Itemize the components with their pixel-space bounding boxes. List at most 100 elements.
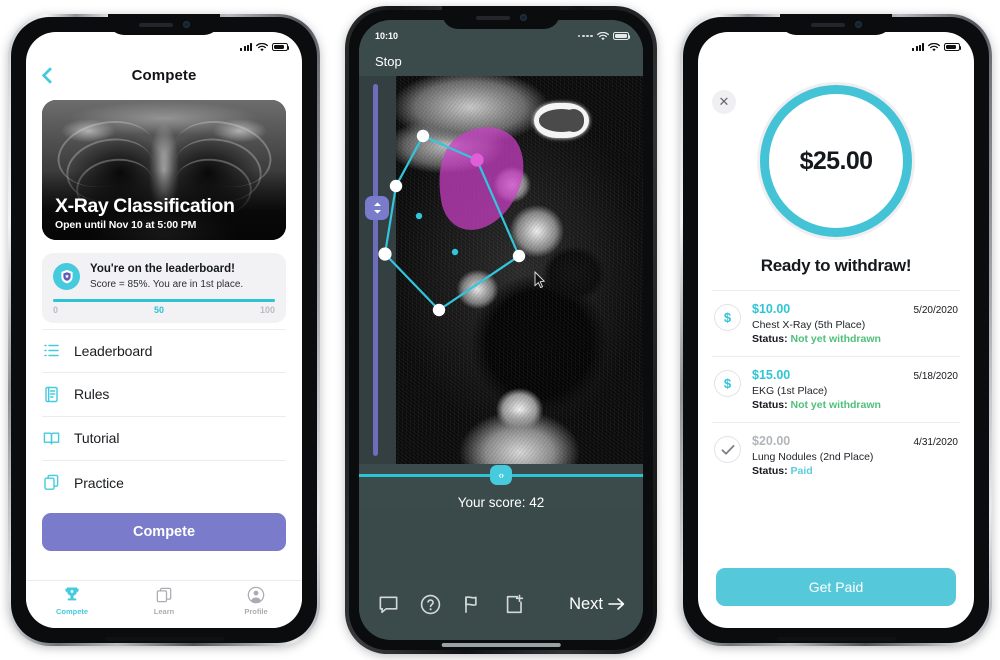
dollar-circle-icon: $ [714, 370, 741, 397]
ct-viewer[interactable] [359, 76, 643, 464]
screenshot-stage: Compete X-Ray Classification Open until … [0, 0, 1000, 660]
mute-switch[interactable] [10, 132, 14, 154]
tab-label: Compete [55, 607, 89, 616]
power-button[interactable] [986, 200, 991, 256]
check-circle-icon [714, 436, 741, 463]
battery-icon [272, 43, 290, 51]
phone-notch-3 [780, 14, 892, 35]
payment-amount: $15.00 [752, 368, 791, 382]
dollar-circle-icon: $ [714, 304, 741, 331]
tab-compete[interactable]: Compete [26, 581, 118, 620]
home-indicator-3 [776, 637, 896, 641]
payment-body: $15.00 5/18/2020 EKG (1st Place) Status:… [752, 368, 958, 411]
status-bar-1 [26, 32, 302, 58]
phone-notch-2 [442, 6, 560, 29]
annotation-overlay[interactable] [359, 76, 643, 464]
menu-item-practice[interactable]: Practice [42, 461, 286, 505]
comment-icon[interactable] [377, 593, 400, 616]
wifi-icon [928, 42, 940, 51]
stop-button[interactable]: Stop [375, 54, 402, 69]
bottom-tab-bar: Compete Learn Profile [26, 580, 302, 628]
mute-switch[interactable] [682, 132, 686, 154]
menu-item-tutorial[interactable]: Tutorial [42, 417, 286, 461]
hero-subtitle: Open until Nov 10 at 5:00 PM [55, 219, 197, 231]
trophy-icon [65, 587, 79, 601]
tab-label: Profile [244, 607, 268, 616]
flag-icon[interactable] [461, 593, 484, 616]
battery-icon [944, 43, 962, 51]
payment-head: $10.00 5/20/2020 [752, 302, 958, 316]
phone-annotation-screen: 10:10 Stop ‹› Your score: 42 Next [345, 6, 657, 654]
mute-switch[interactable] [346, 132, 350, 152]
nav-bar-1: Compete [26, 58, 302, 92]
tab-profile[interactable]: Profile [210, 581, 302, 620]
competition-hero-card[interactable]: X-Ray Classification Open until Nov 10 a… [42, 100, 286, 240]
shield-badge-icon [53, 263, 80, 290]
volume-down-button[interactable] [681, 222, 686, 260]
menu-item-label: Practice [74, 474, 124, 491]
phone3-screen: ✕ $25.00 Ready to withdraw! $ $10.00 5/2… [698, 32, 974, 628]
withdraw-headline: Ready to withdraw! [760, 256, 912, 275]
payment-row[interactable]: $ $15.00 5/18/2020 EKG (1st Place) Statu… [712, 356, 960, 422]
next-button[interactable]: Next [569, 595, 625, 614]
copy-icon [42, 473, 61, 492]
document-icon [42, 385, 61, 404]
status-bar-3 [698, 32, 974, 58]
payment-amount: $20.00 [752, 434, 791, 448]
earpiece-speaker [475, 15, 510, 20]
status-value: Not yet withdrawn [790, 333, 881, 345]
payment-date: 5/18/2020 [913, 371, 959, 382]
scale-mid: 50 [153, 304, 164, 315]
volume-down-button[interactable] [9, 222, 14, 260]
phone-compete-screen: Compete X-Ray Classification Open until … [8, 14, 320, 646]
volume-up-button[interactable] [9, 174, 14, 212]
payment-description: Chest X-Ray (5th Place) [752, 318, 866, 331]
tab-label: Learn [153, 607, 175, 616]
scale-min: 0 [53, 304, 59, 315]
payment-status: Status: Paid [752, 465, 958, 477]
left-right-arrows-icon: ‹› [498, 470, 505, 480]
menu-item-label: Tutorial [74, 430, 120, 447]
volume-up-button[interactable] [345, 174, 350, 214]
add-document-icon[interactable] [503, 593, 526, 616]
status-indicators-3 [912, 42, 962, 52]
question-circle-icon[interactable] [419, 593, 442, 616]
slider-handle[interactable]: ‹› [490, 465, 512, 485]
leaderboard-detail: Score = 85%. You are in 1st place. [90, 278, 244, 290]
balance-ring: $25.00 [757, 82, 915, 240]
payment-status: Status: Not yet withdrawn [752, 333, 958, 345]
phone-payments-screen: ✕ $25.00 Ready to withdraw! $ $10.00 5/2… [680, 14, 992, 646]
front-camera [519, 14, 527, 21]
payment-body: $10.00 5/20/2020 Chest X-Ray (5th Place)… [752, 302, 958, 345]
status-value: Paid [790, 465, 813, 477]
menu-item-label: Rules [74, 386, 110, 403]
scale-max: 100 [259, 304, 275, 315]
cards-icon [156, 587, 172, 603]
payment-row[interactable]: $ $10.00 5/20/2020 Chest X-Ray (5th Plac… [712, 290, 960, 356]
close-x-icon[interactable]: ✕ [712, 90, 736, 114]
page-title: Compete [131, 66, 197, 84]
volume-down-button[interactable] [345, 224, 350, 264]
power-button[interactable] [314, 200, 319, 256]
slice-scroll-handle[interactable] [365, 196, 389, 221]
menu-item-leaderboard[interactable]: Leaderboard [42, 328, 286, 373]
tab-learn[interactable]: Learn [118, 581, 210, 620]
volume-up-button[interactable] [681, 174, 686, 212]
payment-head: $20.00 4/31/2020 [752, 434, 958, 448]
annotation-tool-bar: Next [359, 580, 643, 640]
menu-item-rules[interactable]: Rules [42, 373, 286, 417]
score-readout: Your score: 42 [359, 486, 643, 510]
power-button[interactable] [652, 202, 657, 260]
status-indicators-2 [577, 31, 631, 41]
payment-row[interactable]: $20.00 4/31/2020 Lung Nodules (2nd Place… [712, 422, 960, 488]
window-level-slider[interactable]: ‹› [359, 464, 643, 486]
compete-button[interactable]: Compete [42, 512, 286, 551]
back-chevron-icon[interactable] [40, 69, 53, 82]
arrow-right-icon [608, 598, 625, 610]
payment-body: $20.00 4/31/2020 Lung Nodules (2nd Place… [752, 434, 958, 477]
leaderboard-head: You're on the leaderboard! Score = 85%. … [53, 263, 275, 290]
home-indicator-2 [441, 643, 561, 647]
payment-date: 5/20/2020 [913, 305, 959, 316]
get-paid-button[interactable]: Get Paid [716, 568, 956, 606]
payment-head: $15.00 5/18/2020 [752, 368, 958, 382]
